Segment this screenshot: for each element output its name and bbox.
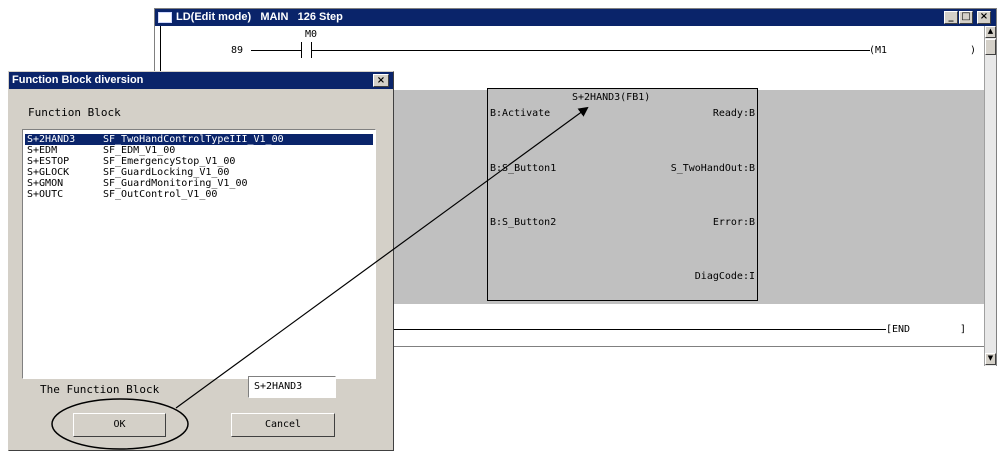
highlight-ellipse	[51, 398, 189, 450]
annotation-overlay	[51, 106, 589, 450]
annotation-arrow	[175, 106, 589, 409]
